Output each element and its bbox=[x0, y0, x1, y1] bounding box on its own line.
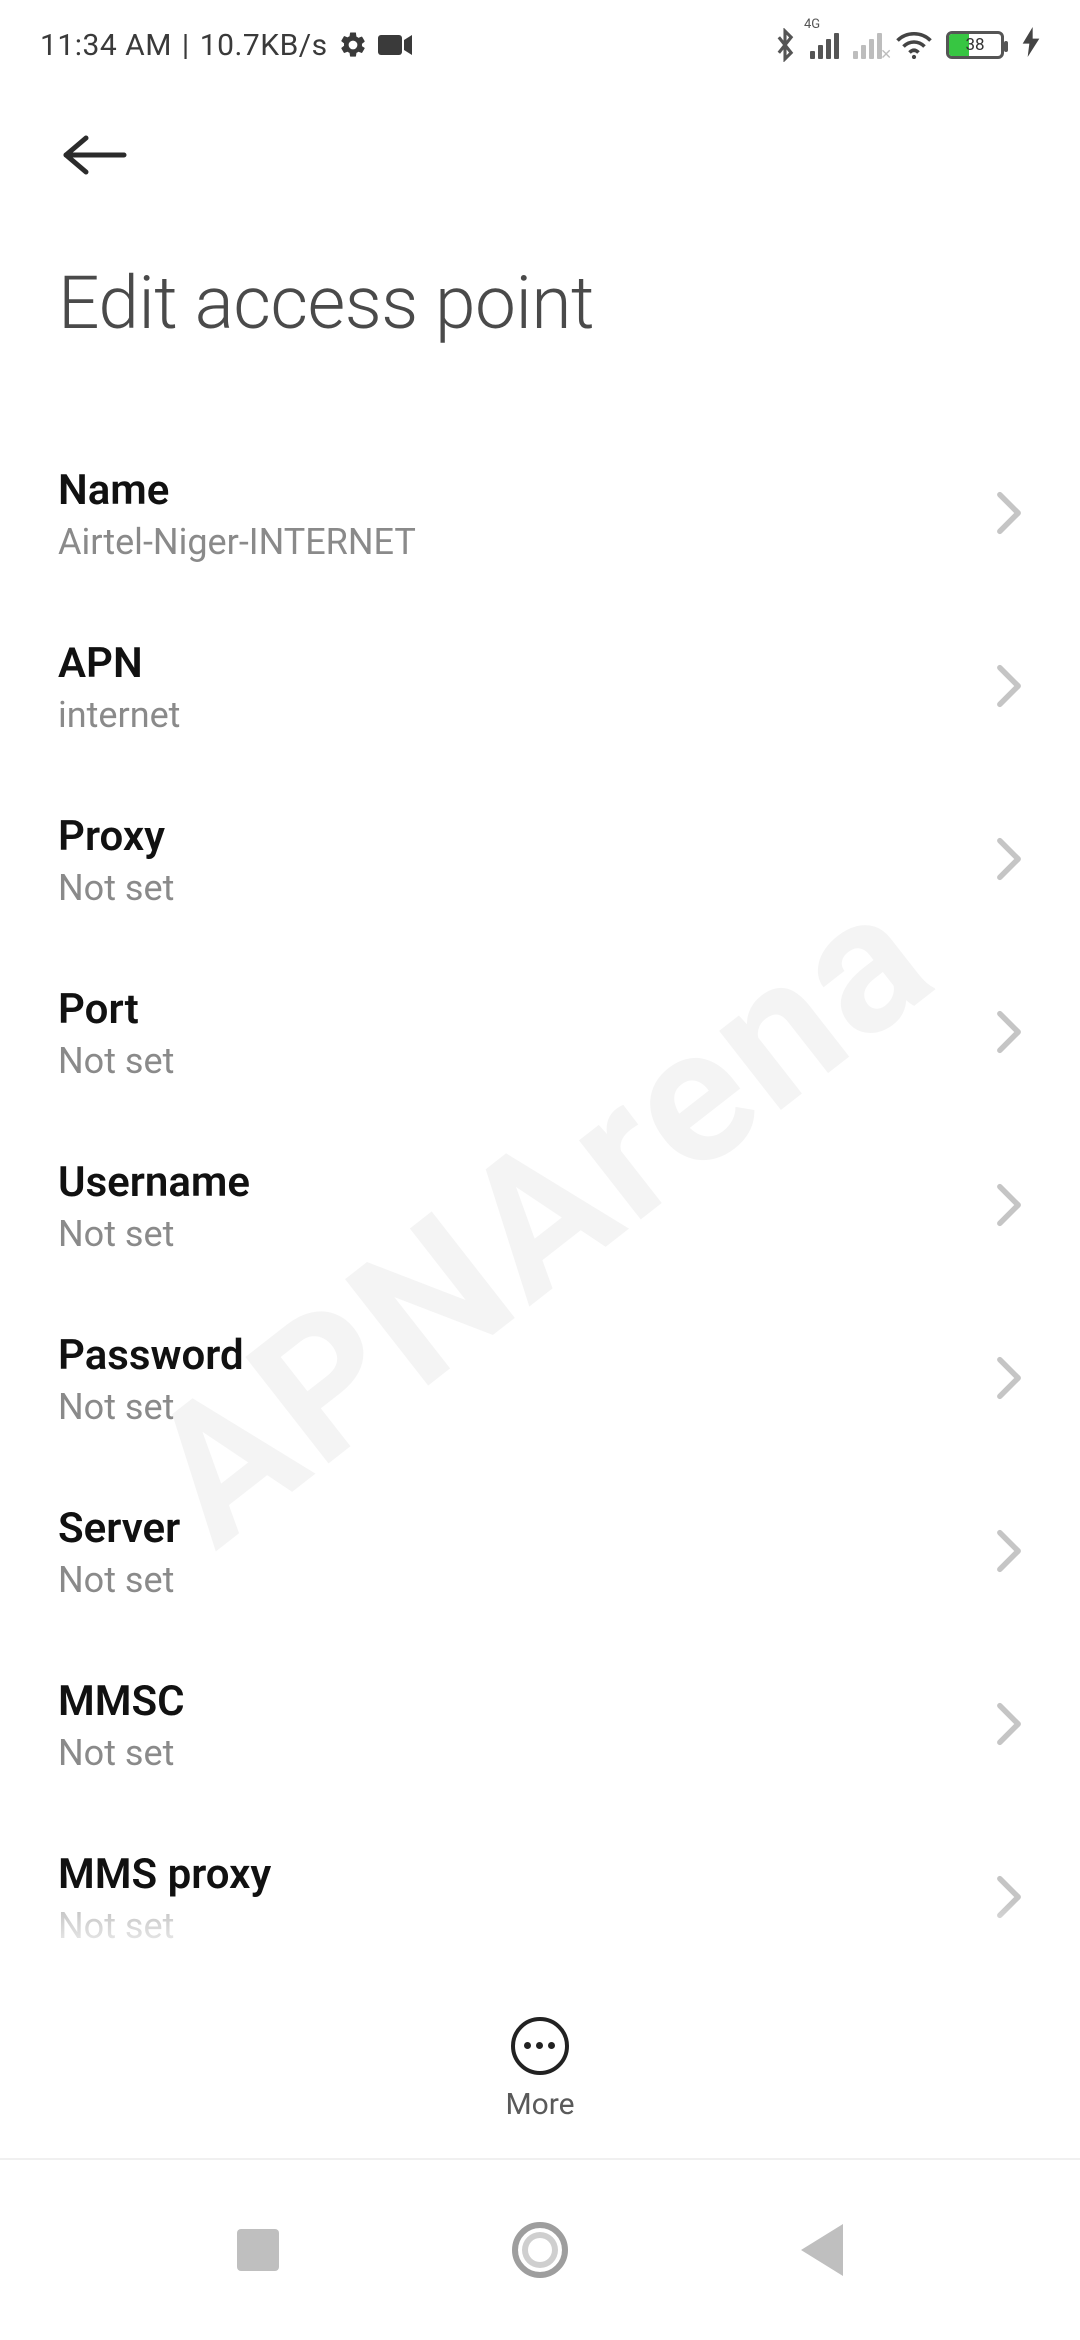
setting-label: APN bbox=[58, 639, 976, 688]
setting-port[interactable]: Port Not set bbox=[0, 947, 1080, 1120]
setting-value: Not set bbox=[58, 1559, 976, 1601]
setting-label: Port bbox=[58, 985, 976, 1034]
setting-value: Not set bbox=[58, 1732, 976, 1774]
page-title: Edit access point bbox=[0, 190, 1080, 346]
chevron-right-icon bbox=[996, 1529, 1022, 1577]
status-net-speed: 10.7KB/s bbox=[200, 28, 328, 63]
status-bar: 11:34 AM | 10.7KB/s 4G ✕ 38 bbox=[0, 0, 1080, 90]
chevron-right-icon bbox=[996, 1702, 1022, 1750]
chevron-right-icon bbox=[996, 1183, 1022, 1231]
system-nav-bar bbox=[0, 2160, 1080, 2340]
setting-value: Not set bbox=[58, 867, 976, 909]
setting-label: Name bbox=[58, 466, 976, 515]
setting-value: Not set bbox=[58, 1386, 976, 1428]
battery-icon: 38 bbox=[946, 31, 1004, 59]
setting-password[interactable]: Password Not set bbox=[0, 1293, 1080, 1466]
settings-list: Name Airtel-Niger-INTERNET APN internet … bbox=[0, 346, 1080, 1985]
back-button[interactable] bbox=[60, 120, 130, 190]
charging-icon bbox=[1022, 27, 1040, 64]
chevron-right-icon bbox=[996, 664, 1022, 712]
more-label: More bbox=[505, 2087, 574, 2122]
wifi-icon bbox=[896, 31, 932, 59]
signal-sim1-icon: 4G bbox=[810, 31, 839, 59]
setting-value: Airtel-Niger-INTERNET bbox=[58, 521, 976, 563]
setting-label: Username bbox=[58, 1158, 976, 1207]
more-icon bbox=[511, 2017, 569, 2075]
status-left: 11:34 AM | 10.7KB/s bbox=[40, 28, 412, 63]
setting-label: Proxy bbox=[58, 812, 976, 861]
setting-label: MMSC bbox=[58, 1677, 976, 1726]
back-nav-button[interactable] bbox=[801, 2224, 843, 2276]
status-time: 11:34 AM bbox=[40, 28, 172, 63]
chevron-right-icon bbox=[996, 491, 1022, 539]
setting-value: Not set bbox=[58, 1905, 976, 1947]
setting-mmsc[interactable]: MMSC Not set bbox=[0, 1639, 1080, 1812]
more-button[interactable]: More bbox=[505, 2017, 574, 2122]
setting-label: Password bbox=[58, 1331, 976, 1380]
setting-value: internet bbox=[58, 694, 976, 736]
gear-icon bbox=[338, 30, 368, 60]
setting-value: Not set bbox=[58, 1213, 976, 1255]
chevron-right-icon bbox=[996, 1356, 1022, 1404]
video-camera-icon bbox=[378, 33, 412, 57]
setting-server[interactable]: Server Not set bbox=[0, 1466, 1080, 1639]
setting-username[interactable]: Username Not set bbox=[0, 1120, 1080, 1293]
setting-label: Server bbox=[58, 1504, 976, 1553]
battery-percent: 38 bbox=[949, 33, 1001, 57]
chevron-right-icon bbox=[996, 1010, 1022, 1058]
setting-apn[interactable]: APN internet bbox=[0, 601, 1080, 774]
signal-4g-label: 4G bbox=[804, 17, 820, 32]
setting-mms-proxy[interactable]: MMS proxy Not set bbox=[0, 1812, 1080, 1985]
setting-label: MMS proxy bbox=[58, 1850, 976, 1899]
home-button[interactable] bbox=[512, 2222, 568, 2278]
status-right: 4G ✕ 38 bbox=[774, 27, 1040, 64]
setting-name[interactable]: Name Airtel-Niger-INTERNET bbox=[0, 428, 1080, 601]
chevron-right-icon bbox=[996, 1875, 1022, 1923]
signal-sim2-icon: ✕ bbox=[853, 31, 882, 59]
recents-button[interactable] bbox=[237, 2229, 279, 2271]
bottom-action-bar: More bbox=[0, 1980, 1080, 2160]
setting-proxy[interactable]: Proxy Not set bbox=[0, 774, 1080, 947]
app-bar bbox=[0, 90, 1080, 190]
setting-value: Not set bbox=[58, 1040, 976, 1082]
chevron-right-icon bbox=[996, 837, 1022, 885]
bluetooth-icon bbox=[774, 28, 796, 62]
status-sep: | bbox=[182, 28, 190, 63]
